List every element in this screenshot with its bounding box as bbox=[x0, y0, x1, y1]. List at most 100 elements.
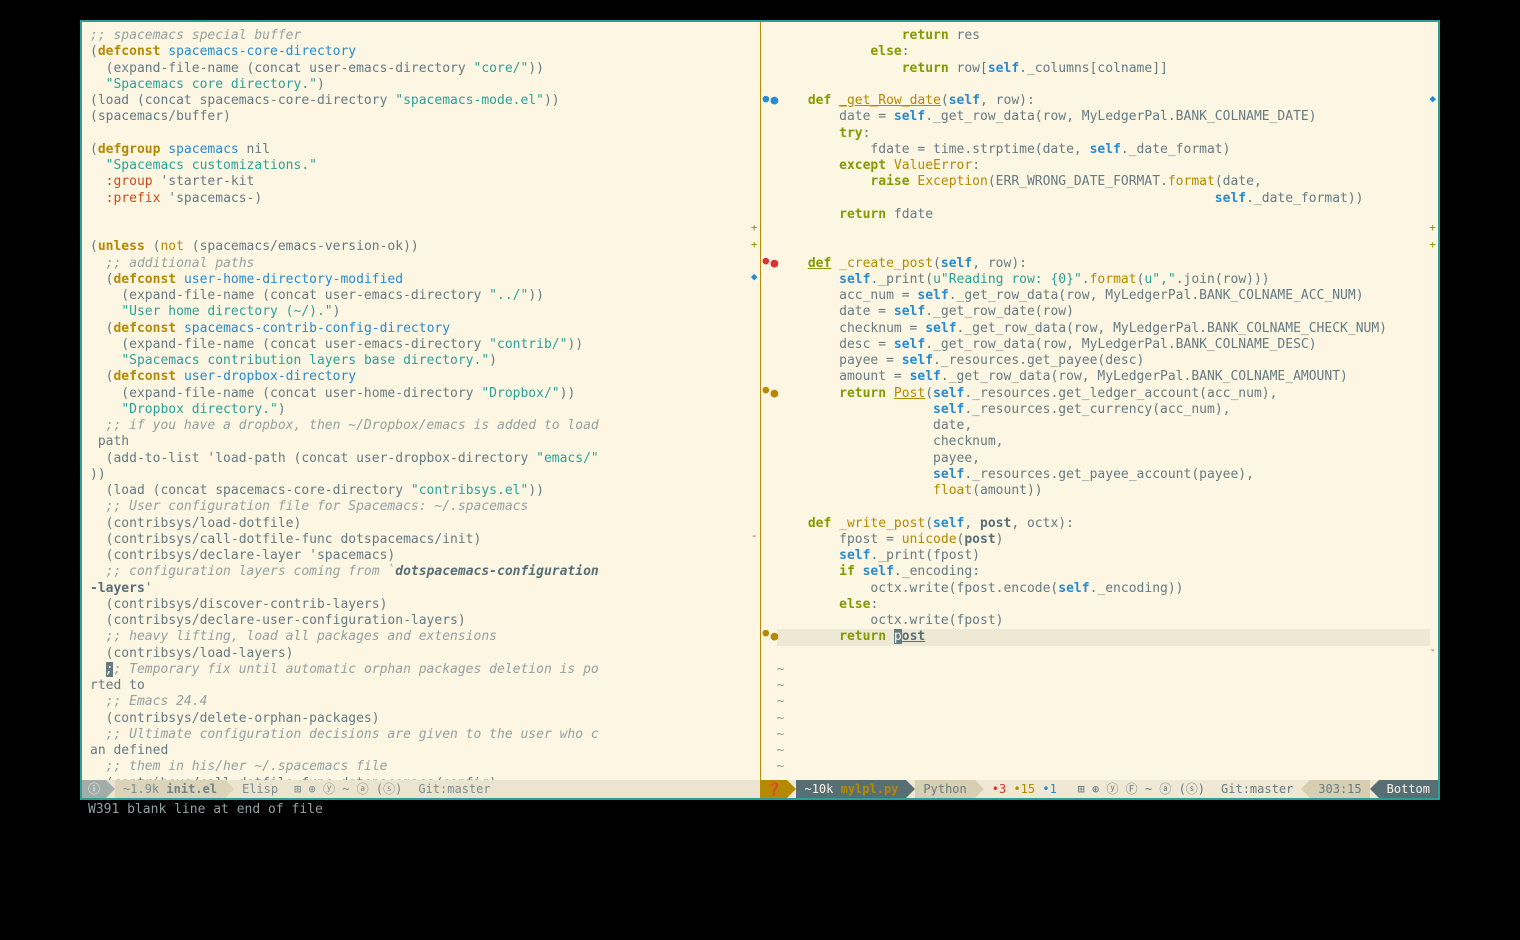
code-line[interactable]: "Spacemacs customizations." bbox=[90, 158, 752, 174]
code-line[interactable]: ~ bbox=[777, 727, 1431, 743]
code-line[interactable]: ~ bbox=[777, 776, 1431, 781]
code-line[interactable]: date = self._get_row_data(row, MyLedgerP… bbox=[777, 109, 1431, 125]
code-line[interactable]: (expand-file-name (concat user-emacs-dir… bbox=[90, 61, 752, 77]
code-line[interactable]: date = self._get_row_date(row) bbox=[777, 304, 1431, 320]
code-line[interactable]: fdate = time.strptime(date, self._date_f… bbox=[777, 142, 1431, 158]
code-line[interactable] bbox=[777, 77, 1431, 93]
code-line[interactable]: desc = self._get_row_data(row, MyLedgerP… bbox=[777, 337, 1431, 353]
right-pane[interactable]: return res else: return row[self._column… bbox=[761, 22, 1439, 798]
code-line[interactable] bbox=[777, 499, 1431, 515]
code-line[interactable]: return row[self._columns[colname]] bbox=[777, 61, 1431, 77]
code-line[interactable]: ● def _create_post(self, row): bbox=[777, 256, 1431, 272]
code-line[interactable]: def _write_post(self, post, octx): bbox=[777, 516, 1431, 532]
code-line[interactable]: (defconst user-dropbox-directory bbox=[90, 369, 752, 385]
code-line[interactable]: float(amount)) bbox=[777, 483, 1431, 499]
code-line[interactable]: (unless (not (spacemacs/emacs-version-ok… bbox=[90, 239, 752, 255]
code-line[interactable]: (expand-file-name (concat user-home-dire… bbox=[90, 386, 752, 402]
code-line[interactable]: path bbox=[90, 434, 752, 450]
right-modeline: ❓ ~ 10k mylpl.py Python •3 •15 •1 ⊞ ⊕ ⓨ … bbox=[761, 780, 1439, 798]
code-line[interactable]: ;; additional paths bbox=[90, 256, 752, 272]
code-line[interactable]: else: bbox=[777, 597, 1431, 613]
code-line[interactable]: ~ bbox=[777, 694, 1431, 710]
code-line[interactable]: ;; heavy lifting, load all packages and … bbox=[90, 629, 752, 645]
code-line[interactable]: ;; configuration layers coming from `dot… bbox=[90, 564, 752, 580]
code-line[interactable]: ;; spacemacs special buffer bbox=[90, 28, 752, 44]
code-line[interactable] bbox=[90, 126, 752, 142]
left-pane[interactable]: ;; spacemacs special buffer(defconst spa… bbox=[82, 22, 761, 798]
code-line[interactable]: self._resources.get_payee_account(payee)… bbox=[777, 467, 1431, 483]
code-line[interactable]: checknum, bbox=[777, 434, 1431, 450]
code-line[interactable]: rted to bbox=[90, 678, 752, 694]
code-line[interactable] bbox=[90, 207, 752, 223]
code-line[interactable]: (contribsys/declare-user-configuration-l… bbox=[90, 613, 752, 629]
code-line[interactable]: ;; Temporary fix until automatic orphan … bbox=[90, 662, 752, 678]
code-line[interactable]: "User home directory (~/).") bbox=[90, 304, 752, 320]
code-line[interactable]: ~ bbox=[777, 662, 1431, 678]
code-line[interactable]: (contribsys/declare-layer 'spacemacs) bbox=[90, 548, 752, 564]
code-line[interactable]: ;; if you have a dropbox, then ~/Dropbox… bbox=[90, 418, 752, 434]
code-line[interactable] bbox=[777, 239, 1431, 255]
code-line[interactable]: octx.write(fpost.encode(self._encoding)) bbox=[777, 581, 1431, 597]
code-line[interactable]: ● def _get_Row_date(self, row): bbox=[777, 93, 1431, 109]
code-line[interactable]: "Dropbox directory.") bbox=[90, 402, 752, 418]
code-line[interactable]: payee = self._resources.get_payee(desc) bbox=[777, 353, 1431, 369]
code-line[interactable]: ● return post bbox=[777, 629, 1431, 645]
code-line[interactable]: :prefix 'spacemacs-) bbox=[90, 191, 752, 207]
code-line[interactable]: self._print(u"Reading row: {0}".format(u… bbox=[777, 272, 1431, 288]
code-line[interactable]: (defconst spacemacs-contrib-config-direc… bbox=[90, 321, 752, 337]
code-line[interactable]: self._print(fpost) bbox=[777, 548, 1431, 564]
code-line[interactable]: except ValueError: bbox=[777, 158, 1431, 174]
code-line[interactable]: try: bbox=[777, 126, 1431, 142]
code-line[interactable]: return fdate bbox=[777, 207, 1431, 223]
code-line[interactable]: (add-to-list 'load-path (concat user-dro… bbox=[90, 451, 752, 467]
code-line[interactable]: octx.write(fpost) bbox=[777, 613, 1431, 629]
code-line[interactable] bbox=[90, 223, 752, 239]
code-line[interactable]: checknum = self._get_row_data(row, MyLed… bbox=[777, 321, 1431, 337]
code-line[interactable]: if self._encoding: bbox=[777, 564, 1431, 580]
code-line[interactable]: an defined bbox=[90, 743, 752, 759]
code-line[interactable]: else: bbox=[777, 44, 1431, 60]
code-line[interactable]: -layers' bbox=[90, 581, 752, 597]
code-line[interactable]: "Spacemacs contribution layers base dire… bbox=[90, 353, 752, 369]
code-line[interactable]: ~ bbox=[777, 678, 1431, 694]
code-line[interactable]: ● return Post(self._resources.get_ledger… bbox=[777, 386, 1431, 402]
gutter-diamond-icon: ◆ bbox=[1429, 93, 1436, 104]
left-code-area[interactable]: ;; spacemacs special buffer(defconst spa… bbox=[82, 22, 760, 780]
code-line[interactable]: fpost = unicode(post) bbox=[777, 532, 1431, 548]
code-line[interactable]: acc_num = self._get_row_data(row, MyLedg… bbox=[777, 288, 1431, 304]
code-line[interactable]: ;; Emacs 24.4 bbox=[90, 694, 752, 710]
code-line[interactable]: (load (concat spacemacs-core-directory "… bbox=[90, 483, 752, 499]
code-line[interactable]: ~ bbox=[777, 759, 1431, 775]
code-line[interactable]: (contribsys/load-dotfile) bbox=[90, 516, 752, 532]
code-line[interactable]: (defconst user-home-directory-modified bbox=[90, 272, 752, 288]
code-line[interactable]: (expand-file-name (concat user-emacs-dir… bbox=[90, 288, 752, 304]
code-line[interactable]: (defconst spacemacs-core-directory bbox=[90, 44, 752, 60]
code-line[interactable]: return res bbox=[777, 28, 1431, 44]
code-line[interactable]: self._date_format)) bbox=[777, 191, 1431, 207]
code-line[interactable]: raise Exception(ERR_WRONG_DATE_FORMAT.fo… bbox=[777, 174, 1431, 190]
code-line[interactable]: )) bbox=[90, 467, 752, 483]
code-line[interactable] bbox=[777, 646, 1431, 662]
right-scroll-pos: Bottom bbox=[1379, 780, 1438, 798]
right-code-area[interactable]: return res else: return row[self._column… bbox=[761, 22, 1439, 780]
code-line[interactable]: (contribsys/delete-orphan-packages) bbox=[90, 711, 752, 727]
code-line[interactable]: (contribsys/discover-contrib-layers) bbox=[90, 597, 752, 613]
code-line[interactable]: :group 'starter-kit bbox=[90, 174, 752, 190]
code-line[interactable] bbox=[777, 223, 1431, 239]
code-line[interactable]: (defgroup spacemacs nil bbox=[90, 142, 752, 158]
code-line[interactable]: (load (concat spacemacs-core-directory "… bbox=[90, 93, 752, 109]
code-line[interactable]: amount = self._get_row_data(row, MyLedge… bbox=[777, 369, 1431, 385]
code-line[interactable]: (contribsys/load-layers) bbox=[90, 646, 752, 662]
code-line[interactable]: ~ bbox=[777, 743, 1431, 759]
code-line[interactable]: ;; User configuration file for Spacemacs… bbox=[90, 499, 752, 515]
code-line[interactable]: (contribsys/call-dotfile-func dotspacema… bbox=[90, 532, 752, 548]
code-line[interactable]: date, bbox=[777, 418, 1431, 434]
code-line[interactable]: (expand-file-name (concat user-emacs-dir… bbox=[90, 337, 752, 353]
code-line[interactable]: (spacemacs/buffer) bbox=[90, 109, 752, 125]
code-line[interactable]: payee, bbox=[777, 451, 1431, 467]
code-line[interactable]: ~ bbox=[777, 711, 1431, 727]
code-line[interactable]: self._resources.get_currency(acc_num), bbox=[777, 402, 1431, 418]
code-line[interactable]: ;; Ultimate configuration decisions are … bbox=[90, 727, 752, 743]
code-line[interactable]: "Spacemacs core directory.") bbox=[90, 77, 752, 93]
code-line[interactable]: ;; them in his/her ~/.spacemacs file bbox=[90, 759, 752, 775]
